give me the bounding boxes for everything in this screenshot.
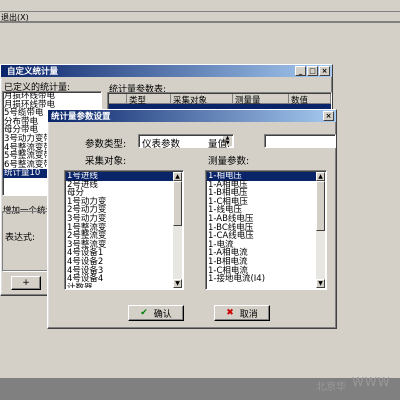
column-header[interactable]: 数值 [289,94,331,106]
collect-object-label: 采集对象: [85,156,127,167]
column-header[interactable]: 类型 [127,94,171,106]
watermark-url: WWW [352,375,391,389]
plus-button-label: + [22,278,30,288]
expr-label: 表达式: [5,233,36,243]
app-top-bar [0,0,400,12]
cross-icon: ✖ [226,308,234,318]
scroll-up-icon[interactable]: ▲ [173,172,182,181]
collect-object-list[interactable]: 1号进线 2号进线 母分 1号动力变 2号动力变 3号动力变 1号整流变 2号整流变 3号整流变… [64,170,184,290]
cancel-button-label: 取消 [239,309,258,320]
scroll-up-icon[interactable]: ▲ [316,172,325,181]
column-header[interactable]: 采集对象 [171,94,233,106]
param-setting-dialog: 统计量参数设置 × 参数类型: 仪表参数 ▲ ▼ 量值: 采集对象: 1号进线 2… [47,109,337,329]
close-icon[interactable]: × [319,66,330,76]
params-table-header: 类型 采集对象 测量量 数值 [109,94,331,106]
cancel-button[interactable]: ✖ 取消 [214,305,270,321]
value-label: 量值: [208,139,231,150]
param-type-label: 参数类型: [85,139,127,150]
plus-button[interactable]: + [11,276,41,290]
ok-button-label: 确认 [153,309,172,320]
param-dialog-titlebar[interactable]: 统计量参数设置 × [48,110,336,122]
scroll-thumb[interactable] [316,181,325,231]
measure-param-label: 测量参数: [208,156,250,167]
param-type-value: 仪表参数 [142,139,181,150]
param-dialog-title: 统计量参数设置 [51,112,111,122]
app-menu-bar: 退出(X) [0,12,400,22]
maximize-icon[interactable]: □ [307,66,318,76]
list-item[interactable]: 计数器 [66,283,174,288]
column-header[interactable] [109,94,127,104]
close-icon[interactable]: × [323,111,334,121]
check-icon: ✔ [140,308,148,318]
value-input[interactable] [264,134,336,148]
scroll-thumb[interactable] [173,181,182,226]
scroll-down-icon[interactable]: ▼ [173,279,182,288]
menu-exit[interactable]: 退出(X) [1,12,29,23]
custom-dialog-titlebar[interactable]: 自定义统计量 _ □ × [1,65,332,77]
column-header[interactable]: 测量量 [233,94,289,106]
measure-scrollbar[interactable]: ▲ ▼ [316,172,325,288]
minimize-icon[interactable]: _ [295,66,306,76]
ok-button[interactable]: ✔ 确认 [128,305,184,321]
scroll-down-icon[interactable]: ▼ [316,279,325,288]
collect-scrollbar[interactable]: ▲ ▼ [173,172,182,288]
watermark-cn: 北京华 [316,382,346,393]
list-item[interactable]: 1-接地电流(I4) [207,275,317,284]
measure-param-list[interactable]: 1-相电压 1-A相电压 1-B相电压 1-C相电压 1-线电压 1-AB线电压 1-BC线… [205,170,327,290]
custom-dialog-title: 自定义统计量 [7,67,59,77]
